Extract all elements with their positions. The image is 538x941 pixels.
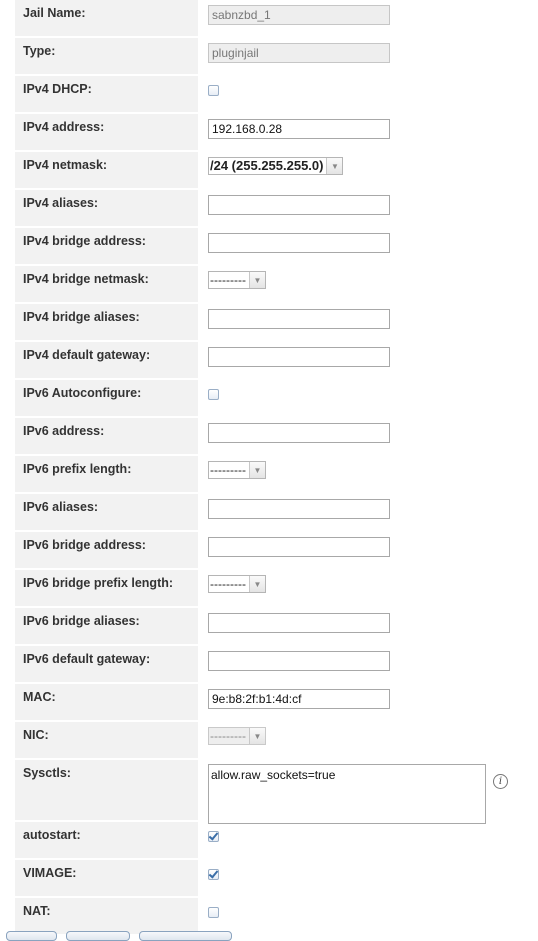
row-ipv6-prefix-length: IPv6 prefix length: --------- ▼ [15, 456, 538, 494]
type-label: Type: [15, 38, 198, 76]
chevron-down-icon[interactable]: ▼ [248, 462, 265, 478]
row-vimage: VIMAGE: [15, 860, 538, 898]
ipv6-autoconfigure-label: IPv6 Autoconfigure: [15, 380, 198, 418]
nic-select[interactable]: --------- ▼ [208, 727, 266, 745]
row-ipv6-bridge-address: IPv6 bridge address: [15, 532, 538, 570]
nic-value: --------- [210, 729, 246, 743]
ipv4-bridge-netmask-value: --------- [210, 273, 246, 287]
row-ipv6-aliases: IPv6 aliases: [15, 494, 538, 532]
ipv4-bridge-aliases-label: IPv4 bridge aliases: [15, 304, 198, 342]
row-ipv4-aliases: IPv4 aliases: [15, 190, 538, 228]
row-ipv4-netmask: IPv4 netmask: /24 (255.255.255.0) ▼ [15, 152, 538, 190]
ipv4-address-input[interactable] [208, 119, 390, 139]
nic-label: NIC: [15, 722, 198, 760]
ipv4-netmask-select[interactable]: /24 (255.255.255.0) ▼ [208, 157, 344, 175]
ipv4-netmask-label: IPv4 netmask: [15, 152, 198, 190]
ipv6-bridge-prefix-length-label: IPv6 bridge prefix length: [15, 570, 198, 608]
ipv4-aliases-input[interactable] [208, 195, 390, 215]
ipv4-bridge-netmask-select[interactable]: --------- ▼ [208, 271, 266, 289]
ipv4-bridge-address-input[interactable] [208, 233, 390, 253]
row-type: Type: [15, 38, 538, 76]
row-ipv6-bridge-aliases: IPv6 bridge aliases: [15, 608, 538, 646]
row-ipv6-bridge-prefix-length: IPv6 bridge prefix length: --------- ▼ [15, 570, 538, 608]
chevron-down-icon[interactable]: ▼ [248, 576, 265, 592]
ipv4-dhcp-label: IPv4 DHCP: [15, 76, 198, 114]
row-ipv6-autoconfigure: IPv6 Autoconfigure: [15, 380, 538, 418]
ipv6-default-gateway-label: IPv6 default gateway: [15, 646, 198, 684]
ipv6-bridge-prefix-length-select[interactable]: --------- ▼ [208, 575, 266, 593]
ipv6-bridge-aliases-label: IPv6 bridge aliases: [15, 608, 198, 646]
row-sysctls: Sysctls: allow.raw_sockets=true [15, 760, 538, 824]
type-input[interactable] [208, 43, 390, 63]
footer-button[interactable] [6, 931, 57, 941]
ipv4-bridge-aliases-input[interactable] [208, 309, 390, 329]
ipv6-prefix-length-value: --------- [210, 463, 246, 477]
autostart-label: autostart: [15, 822, 198, 860]
footer-button[interactable] [66, 931, 130, 941]
ipv6-aliases-input[interactable] [208, 499, 390, 519]
row-ipv6-address: IPv6 address: [15, 418, 538, 456]
ipv4-netmask-value: /24 (255.255.255.0) [210, 158, 324, 173]
ipv6-prefix-length-select[interactable]: --------- ▼ [208, 461, 266, 479]
row-ipv4-address: IPv4 address: [15, 114, 538, 152]
row-ipv4-bridge-aliases: IPv4 bridge aliases: [15, 304, 538, 342]
ipv6-bridge-address-label: IPv6 bridge address: [15, 532, 198, 570]
row-nic: NIC: --------- ▼ [15, 722, 538, 760]
row-autostart: autostart: [15, 822, 538, 860]
row-ipv4-dhcp: IPv4 DHCP: [15, 76, 538, 114]
vimage-checkbox[interactable] [208, 869, 219, 880]
ipv6-address-label: IPv6 address: [15, 418, 198, 456]
vimage-label: VIMAGE: [15, 860, 198, 898]
jail-edit-form: Jail Name: Type: IPv4 DHCP: IPv4 address… [15, 0, 538, 936]
footer-button[interactable] [139, 931, 232, 941]
ipv4-address-label: IPv4 address: [15, 114, 198, 152]
row-ipv4-default-gateway: IPv4 default gateway: [15, 342, 538, 380]
row-jail-name: Jail Name: [15, 0, 538, 38]
ipv6-prefix-length-label: IPv6 prefix length: [15, 456, 198, 494]
ipv4-default-gateway-label: IPv4 default gateway: [15, 342, 198, 380]
info-icon[interactable]: i [493, 774, 508, 789]
mac-label: MAC: [15, 684, 198, 722]
nat-checkbox[interactable] [208, 907, 219, 918]
row-mac: MAC: [15, 684, 538, 722]
ipv6-bridge-prefix-length-value: --------- [210, 577, 246, 591]
row-ipv4-bridge-netmask: IPv4 bridge netmask: --------- ▼ [15, 266, 538, 304]
ipv6-autoconfigure-checkbox[interactable] [208, 389, 219, 400]
ipv4-default-gateway-input[interactable] [208, 347, 390, 367]
autostart-checkbox[interactable] [208, 831, 219, 842]
ipv6-address-input[interactable] [208, 423, 390, 443]
chevron-down-icon[interactable]: ▼ [326, 158, 343, 174]
mac-input[interactable] [208, 689, 390, 709]
ipv6-aliases-label: IPv6 aliases: [15, 494, 198, 532]
ipv6-bridge-aliases-input[interactable] [208, 613, 390, 633]
row-ipv6-default-gateway: IPv6 default gateway: [15, 646, 538, 684]
ipv6-bridge-address-input[interactable] [208, 537, 390, 557]
ipv4-bridge-netmask-label: IPv4 bridge netmask: [15, 266, 198, 304]
chevron-down-icon[interactable]: ▼ [248, 272, 265, 288]
sysctls-label: Sysctls: [15, 760, 198, 822]
ipv4-bridge-address-label: IPv4 bridge address: [15, 228, 198, 266]
sysctls-textarea[interactable]: allow.raw_sockets=true [208, 764, 486, 824]
jail-name-input[interactable] [208, 5, 390, 25]
ipv4-dhcp-checkbox[interactable] [208, 85, 219, 96]
ipv4-aliases-label: IPv4 aliases: [15, 190, 198, 228]
row-ipv4-bridge-address: IPv4 bridge address: [15, 228, 538, 266]
jail-name-label: Jail Name: [15, 0, 198, 38]
ipv6-default-gateway-input[interactable] [208, 651, 390, 671]
chevron-down-icon[interactable]: ▼ [248, 728, 265, 744]
